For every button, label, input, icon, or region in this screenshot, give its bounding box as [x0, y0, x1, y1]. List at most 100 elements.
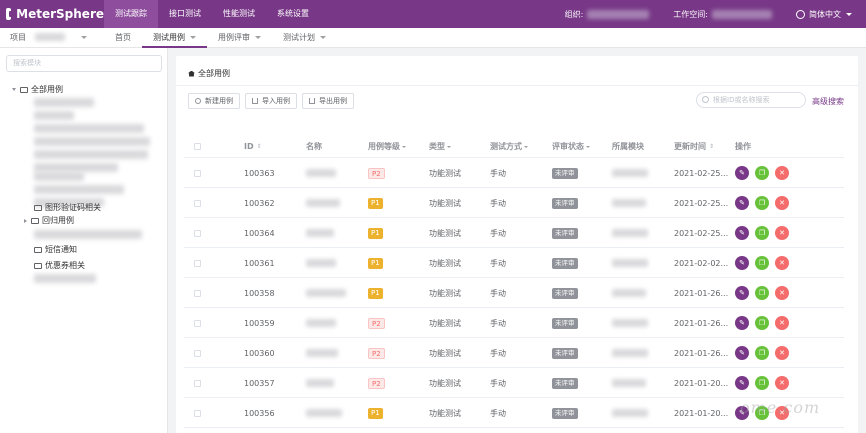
- expand-caret-icon[interactable]: [12, 88, 16, 91]
- delete-icon[interactable]: ✕: [775, 226, 789, 240]
- redacted-tree-item[interactable]: [34, 111, 74, 120]
- create-case-button[interactable]: 新建用例: [188, 93, 240, 109]
- sort-icon[interactable]: ⇕: [709, 143, 714, 150]
- delete-icon[interactable]: ✕: [775, 316, 789, 330]
- delete-icon[interactable]: ✕: [775, 376, 789, 390]
- tree-node-regression[interactable]: 回归用例: [24, 215, 74, 226]
- filter-icon[interactable]: [524, 145, 528, 148]
- tree-root-all-cases[interactable]: 全部用例: [12, 84, 63, 95]
- case-name-redacted[interactable]: [306, 279, 346, 307]
- filter-icon[interactable]: [402, 145, 406, 148]
- edit-icon[interactable]: ✎: [735, 316, 749, 330]
- language-switcher[interactable]: 简体中文: [796, 9, 852, 20]
- redacted-tree-item[interactable]: [34, 274, 96, 283]
- row-checkbox[interactable]: [194, 279, 201, 307]
- row-checkbox[interactable]: [194, 309, 201, 337]
- subnav-tab[interactable]: 用例评审: [207, 28, 272, 48]
- delete-icon[interactable]: ✕: [775, 196, 789, 210]
- subnav-tab[interactable]: 测试用例: [142, 28, 207, 48]
- import-case-button[interactable]: 导入用例: [245, 93, 297, 109]
- copy-icon[interactable]: ❐: [755, 196, 769, 210]
- redacted-tree-item[interactable]: [34, 230, 142, 239]
- col-review[interactable]: 评审状态: [552, 136, 590, 157]
- collapse-caret-icon[interactable]: [24, 218, 27, 223]
- case-name-redacted[interactable]: [306, 159, 336, 187]
- case-name-redacted[interactable]: [306, 189, 340, 217]
- top-nav-item[interactable]: 测试跟踪: [104, 0, 158, 28]
- table-row[interactable]: 100358 P1 功能测试 手动 未评审 2021-01-26... ✎ ❐ ✕: [184, 279, 844, 308]
- subnav-tab[interactable]: 测试计划: [272, 28, 337, 48]
- edit-icon[interactable]: ✎: [735, 346, 749, 360]
- col-updated[interactable]: 更新时间 ⇕: [674, 136, 714, 157]
- row-checkbox[interactable]: [194, 369, 201, 397]
- copy-icon[interactable]: ❐: [755, 286, 769, 300]
- row-checkbox[interactable]: [194, 399, 201, 427]
- edit-icon[interactable]: ✎: [735, 256, 749, 270]
- delete-icon[interactable]: ✕: [775, 166, 789, 180]
- edit-icon[interactable]: ✎: [735, 286, 749, 300]
- workspace-name-redacted[interactable]: [712, 9, 772, 19]
- module-search-input[interactable]: 搜索模块: [6, 55, 162, 72]
- filter-icon[interactable]: [586, 145, 590, 148]
- copy-icon[interactable]: ❐: [755, 346, 769, 360]
- edit-icon[interactable]: ✎: [735, 166, 749, 180]
- redacted-tree-item[interactable]: [34, 172, 84, 181]
- select-all-checkbox[interactable]: [194, 136, 201, 157]
- redacted-tree-item[interactable]: [34, 98, 94, 107]
- table-row[interactable]: 100363 P2 功能测试 手动 未评审 2021-02-25... ✎ ❐ ✕: [184, 159, 844, 188]
- top-nav-item[interactable]: 接口测试: [158, 0, 212, 28]
- case-name-redacted[interactable]: [306, 249, 336, 277]
- table-row[interactable]: 100360 P2 功能测试 手动 未评审 2021-01-26... ✎ ❐ ✕: [184, 339, 844, 368]
- brand-logo[interactable]: MeterSphere: [0, 7, 104, 21]
- project-selector[interactable]: 项目: [0, 28, 104, 48]
- copy-icon[interactable]: ❐: [755, 256, 769, 270]
- tree-node-coupon[interactable]: 优惠券相关: [34, 260, 85, 271]
- col-type[interactable]: 类型: [429, 136, 451, 157]
- redacted-tree-item[interactable]: [34, 137, 150, 146]
- module-name-redacted: [612, 279, 646, 307]
- table-row[interactable]: 100362 P1 功能测试 手动 未评审 2021-02-25... ✎ ❐ ✕: [184, 189, 844, 218]
- tree-node-captcha[interactable]: 图形验证码相关: [34, 202, 101, 213]
- tree-node-sms[interactable]: 短信通知: [34, 244, 77, 255]
- top-nav-item[interactable]: 性能测试: [212, 0, 266, 28]
- col-priority[interactable]: 用例等级: [368, 136, 406, 157]
- redacted-tree-item[interactable]: [34, 163, 118, 172]
- case-name-redacted[interactable]: [306, 219, 334, 247]
- edit-icon[interactable]: ✎: [735, 196, 749, 210]
- row-checkbox[interactable]: [194, 249, 201, 277]
- case-name-redacted[interactable]: [306, 399, 342, 427]
- row-checkbox[interactable]: [194, 339, 201, 367]
- table-row[interactable]: 100364 P1 功能测试 手动 未评审 2021-02-25... ✎ ❐ ✕: [184, 219, 844, 248]
- subnav-tab[interactable]: 首页: [104, 28, 142, 48]
- case-name-redacted[interactable]: [306, 369, 334, 397]
- filter-icon[interactable]: [447, 145, 451, 148]
- delete-icon[interactable]: ✕: [775, 256, 789, 270]
- top-nav-item[interactable]: 系统设置: [266, 0, 320, 28]
- delete-icon[interactable]: ✕: [775, 286, 789, 300]
- col-method[interactable]: 测试方式: [490, 136, 528, 157]
- org-name-redacted[interactable]: [587, 9, 650, 19]
- delete-icon[interactable]: ✕: [775, 346, 789, 360]
- copy-icon[interactable]: ❐: [755, 226, 769, 240]
- row-checkbox[interactable]: [194, 159, 201, 187]
- redacted-tree-item[interactable]: [34, 150, 148, 159]
- row-checkbox[interactable]: [194, 189, 201, 217]
- advanced-search-link[interactable]: 高级搜索: [812, 96, 844, 107]
- edit-icon[interactable]: ✎: [735, 226, 749, 240]
- row-checkbox[interactable]: [194, 219, 201, 247]
- case-name-redacted[interactable]: [306, 339, 338, 367]
- table-row[interactable]: 100359 P2 功能测试 手动 未评审 2021-01-26... ✎ ❐ ✕: [184, 309, 844, 338]
- copy-icon[interactable]: ❐: [755, 316, 769, 330]
- table-row[interactable]: 100361 P1 功能测试 手动 未评审 2021-02-02... ✎ ❐ ✕: [184, 249, 844, 278]
- redacted-tree-item[interactable]: [34, 124, 144, 133]
- table-row[interactable]: 100357 P2 功能测试 手动 未评审 2021-01-20... ✎ ❐ ✕: [184, 369, 844, 398]
- export-case-button[interactable]: 导出用例: [302, 93, 354, 109]
- redacted-tree-item[interactable]: [34, 185, 124, 194]
- case-search-input[interactable]: 根据ID或名称搜索: [696, 92, 806, 108]
- copy-icon[interactable]: ❐: [755, 166, 769, 180]
- case-name-redacted[interactable]: [306, 309, 336, 337]
- col-id[interactable]: ID ⇕: [244, 136, 262, 157]
- edit-icon[interactable]: ✎: [735, 376, 749, 390]
- copy-icon[interactable]: ❐: [755, 376, 769, 390]
- sort-icon[interactable]: ⇕: [257, 143, 262, 150]
